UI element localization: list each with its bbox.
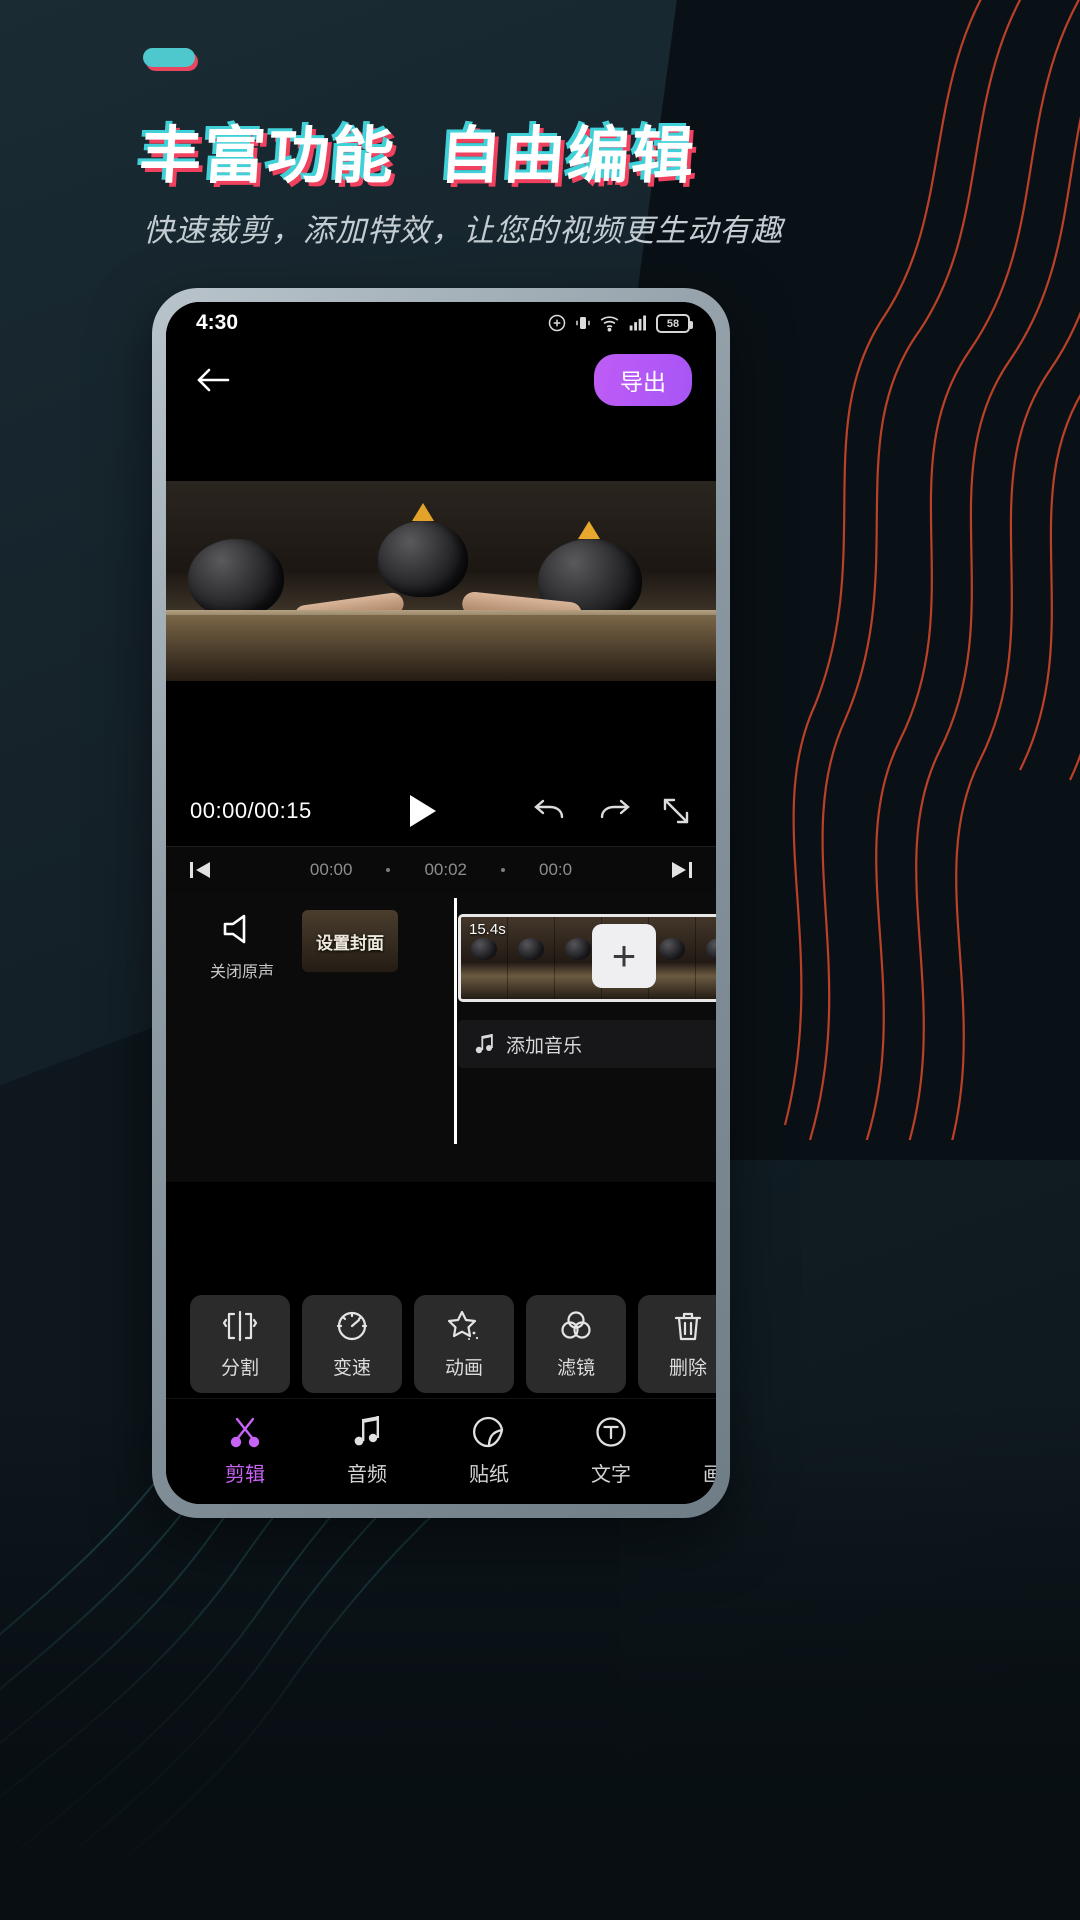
video-content-helmet-center [378, 521, 468, 597]
tool-label: 分割 [220, 1357, 259, 1379]
speed-gauge-icon [336, 1311, 368, 1340]
add-music-track[interactable]: 添加音乐 [458, 1020, 716, 1068]
back-button[interactable] [190, 357, 236, 403]
redo-icon[interactable] [596, 797, 632, 825]
tool-label: 滤镜 [556, 1357, 595, 1379]
add-music-label: 添加音乐 [506, 1035, 583, 1057]
text-t-icon [596, 1417, 626, 1447]
star-sparkle-icon [447, 1310, 479, 1340]
status-bar: 4:30 58 [166, 302, 716, 344]
video-preview-frame[interactable] [166, 481, 716, 681]
timeline-playhead[interactable] [454, 898, 457, 1144]
tool-speed[interactable]: 变速 [302, 1295, 402, 1393]
video-clip-track[interactable]: 15.4s [458, 914, 716, 1002]
video-content-counter [166, 615, 716, 681]
video-content-crown [412, 503, 434, 521]
signal-icon [629, 315, 646, 331]
nav-label: 剪辑 [225, 1464, 265, 1486]
ruler-tick: 00:00 [309, 859, 353, 879]
nav-item-pip[interactable]: 画中画 [678, 1416, 716, 1487]
tool-label: 动画 [444, 1357, 483, 1379]
undo-icon[interactable] [532, 797, 568, 825]
skip-to-end-icon[interactable] [670, 859, 694, 881]
editing-tools-row: 分割 变速 动画 滤镜 删除 单帧导出 [166, 1290, 716, 1398]
export-button[interactable]: 导出 [594, 354, 692, 406]
page-title-right: 自由编辑 [437, 119, 699, 192]
mute-original-audio-label: 关闭原声 [209, 964, 274, 981]
filter-circles-icon [561, 1310, 591, 1339]
fullscreen-icon[interactable] [660, 796, 692, 826]
phone-mockup: 4:30 58 导出 00:00/00:15 00:00 00:02 00:0 … [152, 288, 730, 1518]
add-clip-button[interactable]: + [592, 924, 656, 988]
phone-screen: 4:30 58 导出 00:00/00:15 00:00 00:02 00:0 … [166, 302, 716, 1504]
vibrate-icon [576, 317, 590, 329]
tool-filter[interactable]: 滤镜 [526, 1295, 626, 1393]
music-note-icon [354, 1416, 379, 1446]
playback-right-controls [532, 796, 692, 826]
tool-label: 变速 [332, 1357, 371, 1379]
sticker-icon [473, 1416, 504, 1448]
speaker-mute-icon [223, 914, 246, 944]
nav-item-sticker[interactable]: 贴纸 [434, 1416, 544, 1487]
music-note-icon [475, 1034, 493, 1054]
split-icon [222, 1310, 258, 1341]
accent-dash [143, 48, 195, 67]
nav-label: 贴纸 [469, 1464, 509, 1486]
trash-icon [674, 1312, 702, 1340]
status-bar-icons: 58 [547, 313, 693, 333]
clip-frame [696, 917, 716, 999]
status-bar-time: 4:30 [196, 311, 239, 334]
location-icon [548, 314, 566, 332]
timeline-ruler: 00:00 00:02 00:0 [166, 846, 716, 892]
wifi-icon [600, 316, 619, 332]
timeline-area: 关闭原声 设置封面 15.4s + 添加音乐 [166, 892, 716, 1182]
tool-label: 删除 [668, 1357, 707, 1379]
battery-icon: 58 [656, 314, 693, 333]
page-subtitle: 快速裁剪，添加特效，让您的视频更生动有趣 [143, 213, 783, 249]
tool-delete[interactable]: 删除 [638, 1295, 716, 1393]
mute-original-audio-button[interactable]: 关闭原声 [204, 910, 280, 982]
tool-split[interactable]: 分割 [190, 1295, 290, 1393]
skip-to-start-icon[interactable] [188, 859, 212, 881]
video-content-crown-right [578, 521, 600, 539]
nav-label: 画中画 [703, 1458, 716, 1487]
clip-frame [508, 917, 555, 999]
ruler-tick: 00:02 [424, 859, 467, 879]
nav-label: 文字 [591, 1464, 631, 1486]
play-icon[interactable] [404, 792, 440, 830]
playback-timecode: 00:00/00:15 [190, 798, 312, 823]
set-cover-label: 设置封面 [316, 933, 384, 953]
video-preview-stage: 00:00/00:15 [166, 416, 716, 846]
page-title: 丰富功能 自由编辑 [137, 105, 699, 195]
scissors-icon [230, 1417, 260, 1448]
bottom-navigation-bar: 剪辑 音频 贴纸 文字 画中画 特效 滤镜 [166, 1398, 716, 1504]
ruler-tick: 00:0 [539, 859, 573, 879]
timeline-left-controls: 关闭原声 设置封面 [166, 892, 456, 1182]
clip-duration-label: 15.4s [469, 921, 506, 938]
arrow-left-icon [197, 368, 230, 392]
playback-control-bar: 00:00/00:15 [166, 776, 716, 846]
battery-level: 58 [666, 317, 680, 330]
nav-item-audio[interactable]: 音频 [312, 1416, 422, 1487]
ruler-dot [501, 867, 505, 872]
set-cover-button[interactable]: 设置封面 [302, 910, 398, 972]
nav-label: 音频 [347, 1464, 387, 1486]
ruler-dot [386, 867, 391, 872]
nav-item-text[interactable]: 文字 [556, 1416, 666, 1487]
clip-frame [649, 917, 696, 999]
tool-animation[interactable]: 动画 [414, 1295, 514, 1393]
video-content-helmet-left [188, 539, 284, 617]
editor-app-bar: 导出 [166, 344, 716, 416]
timeline-ruler-ticks: 00:00 00:02 00:0 [212, 860, 670, 880]
page-title-left: 丰富功能 [137, 119, 399, 192]
nav-item-edit[interactable]: 剪辑 [190, 1416, 300, 1487]
